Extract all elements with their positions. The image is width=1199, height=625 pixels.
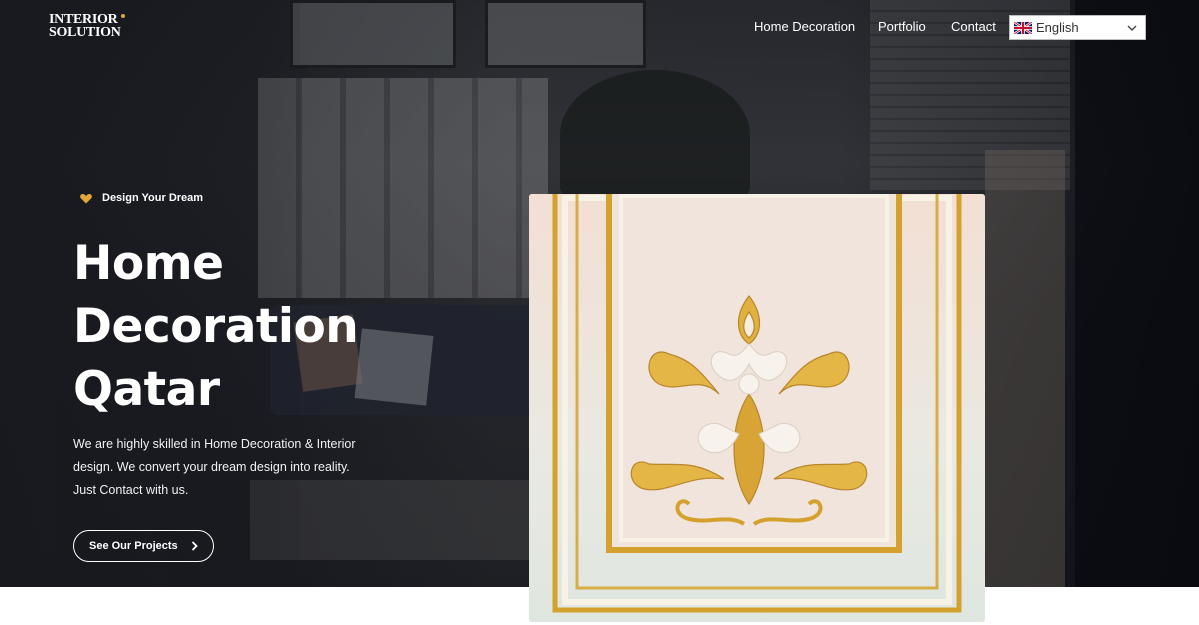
nav-contact[interactable]: Contact — [951, 19, 996, 34]
hero-description: We are highly skilled in Home Decoration… — [73, 433, 373, 502]
logo-dot — [121, 14, 125, 18]
hero-title-line: Qatar — [73, 362, 220, 417]
background-cushion — [354, 328, 434, 406]
background-plant — [560, 70, 750, 200]
decor-panel-image — [529, 194, 985, 622]
cta-label: See Our Projects — [89, 540, 178, 552]
uk-flag-icon — [1014, 21, 1032, 34]
see-our-projects-button[interactable]: See Our Projects — [73, 530, 214, 562]
nav-home-decoration[interactable]: Home Decoration — [754, 19, 855, 34]
site-logo[interactable]: INTERIOR SOLUTION — [49, 13, 125, 40]
background-window — [290, 0, 456, 68]
language-label: English — [1036, 20, 1079, 35]
chevron-down-icon — [1127, 25, 1137, 31]
language-selector[interactable]: English — [1009, 15, 1146, 40]
heart-icon — [80, 193, 92, 203]
hero-tagline: Design Your Dream — [80, 192, 203, 204]
gold-ornament-panel-image — [529, 194, 985, 622]
hero-title: Home Decoration Qatar — [73, 232, 359, 421]
description-line: design. We convert your dream design int… — [73, 460, 350, 474]
logo-line-2: SOLUTION — [49, 25, 121, 40]
description-line: Just Contact with us. — [73, 483, 189, 497]
hero-title-line: Home — [73, 236, 224, 291]
chevron-right-icon — [191, 541, 198, 551]
tagline-text: Design Your Dream — [102, 192, 204, 204]
background-shadow — [1075, 0, 1199, 587]
background-cabinet — [985, 150, 1065, 587]
nav-portfolio[interactable]: Portfolio — [878, 19, 926, 34]
background-window — [485, 0, 646, 68]
description-line: We are highly skilled in Home Decoration… — [73, 437, 356, 451]
hero-title-line: Decoration — [73, 299, 359, 354]
